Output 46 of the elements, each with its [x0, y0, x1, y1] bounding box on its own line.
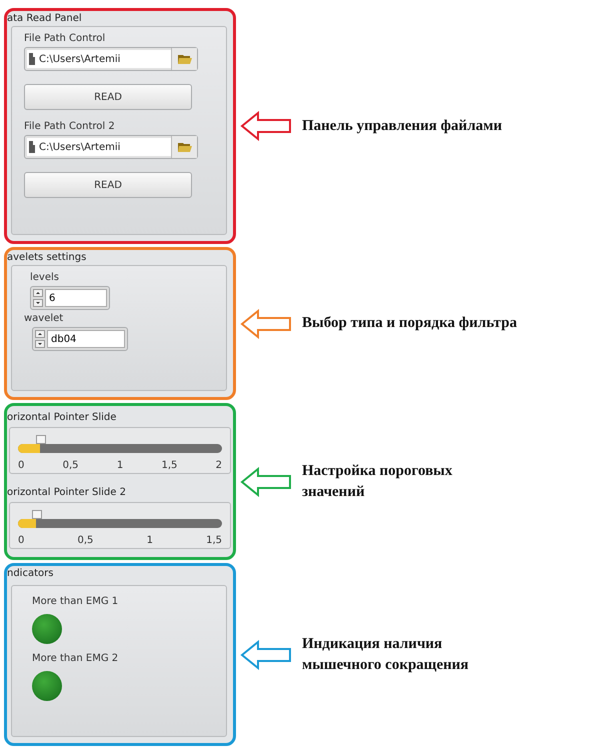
tick-label: 1	[146, 534, 153, 546]
control-label: File Path Control	[24, 33, 106, 44]
path-field[interactable]: C:\Users\Artemii	[24, 47, 198, 71]
arrow-icon	[240, 466, 292, 496]
slider-thumb[interactable]	[32, 510, 42, 519]
callout-text: Панель управления файлами	[302, 116, 502, 136]
browse-button[interactable]	[171, 48, 197, 70]
numeric-field[interactable]: 6	[30, 286, 110, 310]
tick-label: 0,5	[78, 534, 94, 546]
slider-label: orizontal Pointer Slide	[7, 412, 116, 424]
indicator-label: More than EMG 2	[32, 653, 120, 664]
numeric-field[interactable]: db04	[32, 327, 128, 351]
field-label: wavelet	[24, 313, 64, 324]
folder-icon	[178, 54, 192, 64]
read-button[interactable]: READ	[24, 172, 192, 198]
slider[interactable]	[18, 434, 222, 454]
folder-icon	[178, 142, 192, 152]
tick-label: 0,5	[62, 459, 79, 472]
tick-label: 2	[216, 459, 222, 472]
file-icon	[29, 53, 35, 65]
section-title: ata Read Panel	[7, 13, 82, 24]
slider-label: orizontal Pointer Slide 2	[7, 486, 126, 498]
indicator-label: More than EMG 1	[32, 596, 120, 607]
spinner-icon[interactable]	[33, 289, 43, 307]
slider-thumb[interactable]	[36, 435, 46, 444]
tick-label: 1,5	[161, 459, 178, 472]
tick-label: 0	[18, 534, 24, 546]
spinner-icon[interactable]	[35, 330, 45, 348]
callout-text: Индикация наличия мышечного сокращения	[302, 634, 469, 674]
callout-text: Настройка пороговых значений	[302, 462, 452, 502]
tick-label: 1	[116, 459, 124, 472]
path-field[interactable]: C:\Users\Artemii	[24, 135, 198, 159]
callout-text: Выбор типа и порядка фильтра	[302, 314, 517, 333]
tick-label: 0	[18, 459, 24, 472]
section-title: avelets settings	[7, 252, 86, 263]
file-icon	[29, 141, 35, 153]
tick-label: 1,5	[206, 534, 222, 546]
read-button[interactable]: READ	[24, 84, 192, 110]
arrow-icon	[240, 111, 292, 141]
slider[interactable]	[18, 508, 222, 528]
field-label: levels	[30, 272, 60, 283]
section-title: ndicators	[7, 568, 54, 579]
browse-button[interactable]	[171, 136, 197, 158]
arrow-icon	[240, 308, 292, 338]
control-label: File Path Control 2	[24, 121, 116, 132]
arrow-icon	[240, 640, 292, 670]
